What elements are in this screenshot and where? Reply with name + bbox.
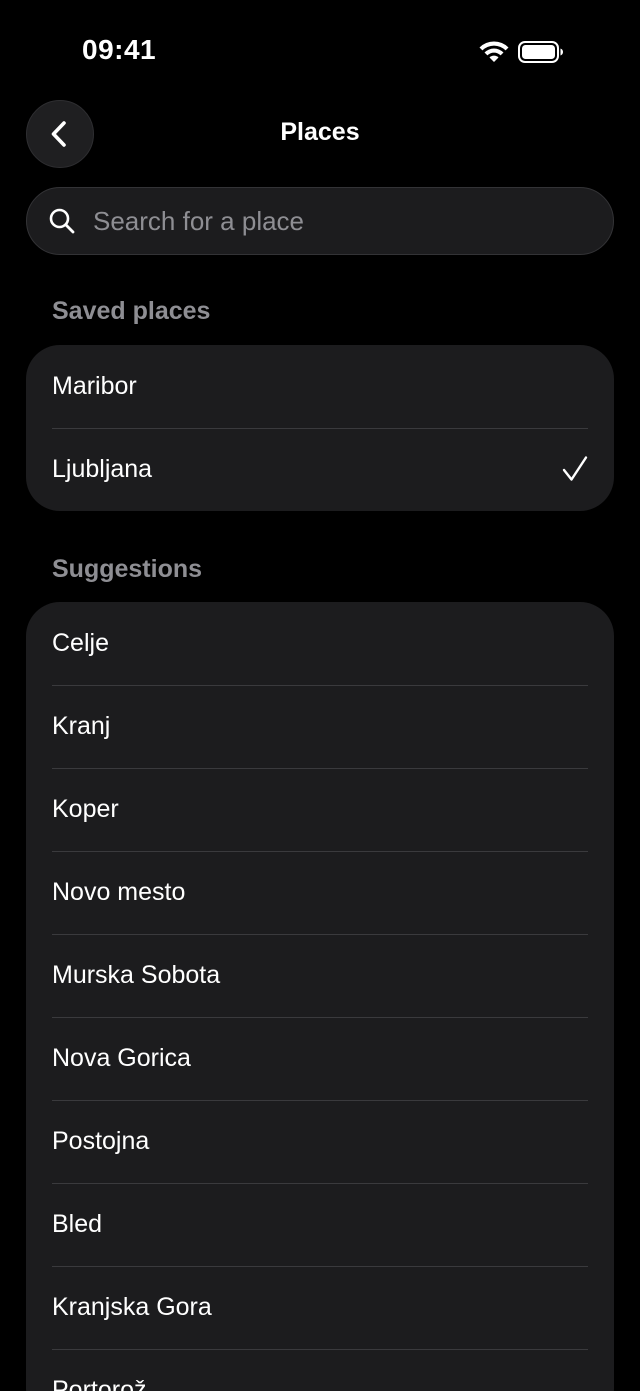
list-item-label: Celje [52,629,109,657]
search-field[interactable] [26,187,614,255]
list-item-label: Kranjska Gora [52,1293,212,1321]
list-item-label: Postojna [52,1127,150,1155]
status-time: 09:41 [82,34,157,65]
suggestion-row[interactable]: Celje [26,602,614,685]
checkmark-icon [562,456,588,481]
suggestion-row[interactable]: Postojna [26,1100,614,1183]
list-item-label: Bled [52,1210,103,1238]
suggestion-row[interactable]: Murska Sobota [26,934,614,1017]
saved-places-header: Saved places [52,297,211,325]
battery-icon [518,41,563,63]
suggestion-row[interactable]: Koper [26,768,614,851]
wifi-icon [479,41,509,62]
list-item-label: Nova Gorica [52,1044,191,1072]
list-item-label: Kranj [52,712,111,740]
list-item-label: Murska Sobota [52,961,221,989]
search-icon [49,208,75,234]
search-input[interactable] [91,204,575,238]
list-item-label: Ljubljana [52,455,153,483]
suggestion-row[interactable]: Kranjska Gora [26,1266,614,1349]
saved-place-row-maribor[interactable]: Maribor [26,345,614,428]
list-item-label: Koper [52,795,119,823]
suggestion-row[interactable]: Novo mesto [26,851,614,934]
places-screen: 09:41 Places Saved places Maribor Ljubl [0,0,640,1391]
page-title: Places [280,118,360,146]
suggestions-list: Celje Kranj Koper Novo mesto Murska Sobo… [26,602,614,1391]
suggestion-row[interactable]: Nova Gorica [26,1017,614,1100]
saved-place-row-ljubljana[interactable]: Ljubljana [26,428,614,511]
status-bar: 09:41 [0,0,640,100]
suggestions-header: Suggestions [52,555,203,583]
list-item-label: Portorož [52,1376,147,1391]
suggestion-row[interactable]: Kranj [26,685,614,768]
saved-places-list: Maribor Ljubljana [26,345,614,511]
suggestion-row[interactable]: Bled [26,1183,614,1266]
suggestion-row[interactable]: Portorož [26,1349,614,1391]
list-item-label: Novo mesto [52,878,186,906]
list-item-label: Maribor [52,372,137,400]
